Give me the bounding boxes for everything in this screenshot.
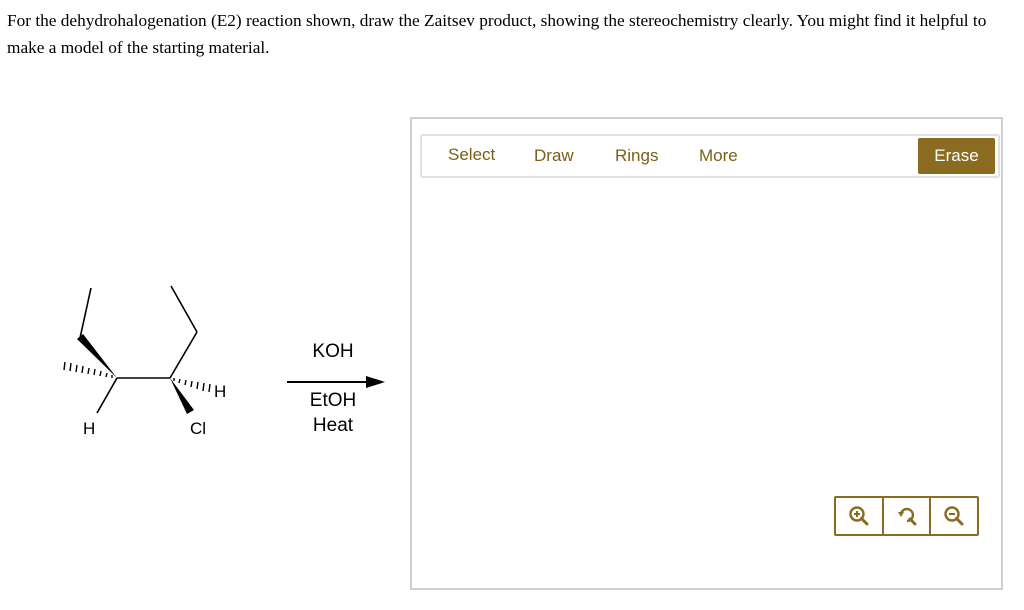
bond	[170, 285, 198, 333]
zoom-out-icon	[944, 506, 964, 526]
reagent-etoh: EtOH	[309, 390, 357, 411]
reset-view-icon	[897, 507, 916, 526]
reaction-arrow	[287, 376, 385, 388]
drawing-canvas[interactable]: Select Draw Rings More Erase	[410, 117, 1003, 590]
bond	[79, 287, 92, 339]
draw-tool-button[interactable]: Draw	[534, 146, 574, 166]
hashed-bond	[173, 378, 211, 393]
reagent-heat: Heat	[312, 415, 354, 436]
editor-toolbar: Select Draw Rings More Erase	[420, 134, 1000, 178]
wedge-bond	[170, 378, 194, 414]
erase-button[interactable]: Erase	[918, 138, 995, 174]
zoom-in-button[interactable]	[836, 498, 882, 534]
reagent-koh: KOH	[312, 341, 354, 362]
atom-label-h: H	[214, 382, 226, 401]
bond	[169, 331, 198, 379]
select-tool-button[interactable]: Select	[448, 145, 495, 165]
zoom-controls	[834, 496, 979, 536]
bond	[96, 377, 118, 414]
zoom-in-icon	[849, 506, 869, 526]
rings-tool-button[interactable]: Rings	[615, 146, 658, 166]
zoom-out-button[interactable]	[929, 498, 977, 534]
atom-label-h: H	[83, 419, 95, 438]
atom-label-cl: Cl	[190, 419, 206, 438]
reset-view-button[interactable]	[881, 498, 930, 534]
more-tool-button[interactable]: More	[699, 146, 738, 166]
wedge-bond	[77, 334, 117, 378]
